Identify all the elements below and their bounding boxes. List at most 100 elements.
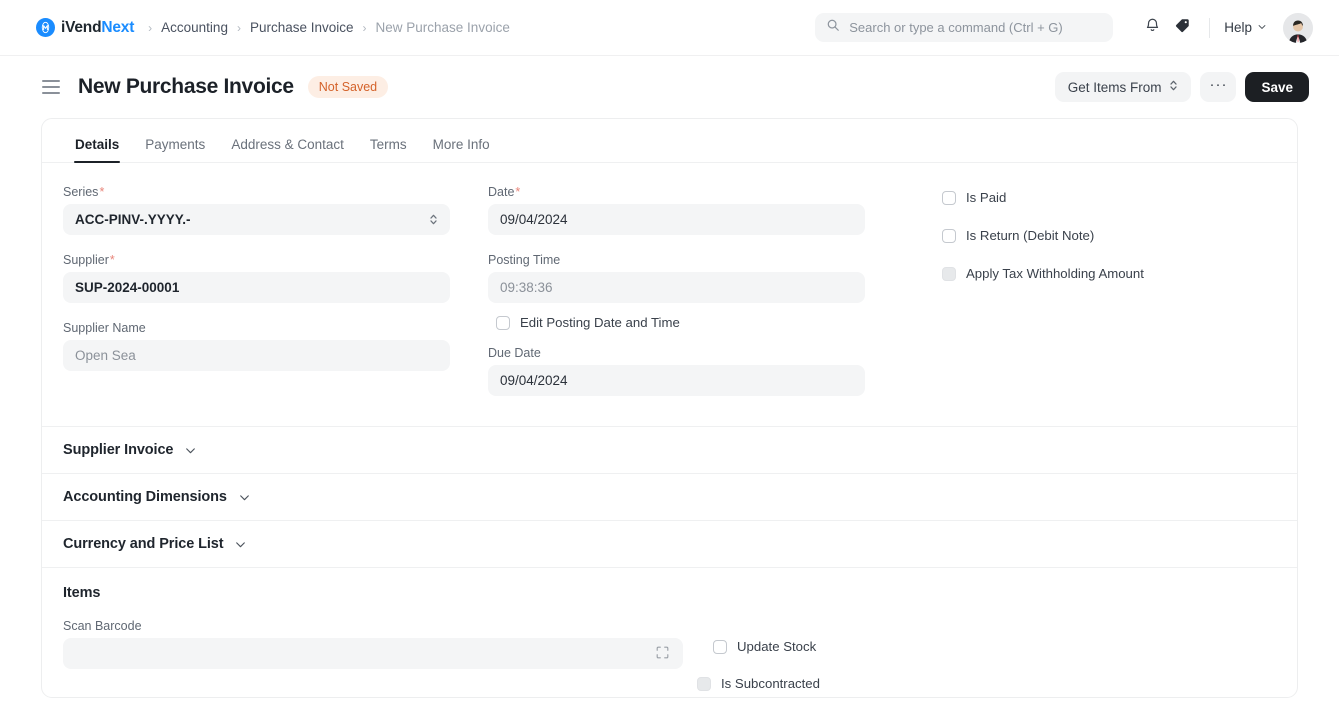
field-date: Date* 09/04/2024 — [488, 185, 865, 235]
date-value: 09/04/2024 — [500, 212, 568, 227]
up-down-chevron-icon — [429, 213, 438, 226]
checkbox-edit-posting-date-time[interactable]: Edit Posting Date and Time — [496, 315, 865, 330]
is-return-label: Is Return (Debit Note) — [966, 228, 1095, 243]
breadcrumb-separator: › — [148, 20, 153, 35]
checkbox-is-return-debit-note[interactable]: Is Return (Debit Note) — [942, 228, 1249, 243]
required-marker: * — [99, 185, 105, 199]
checkbox-box[interactable] — [496, 315, 510, 330]
posting-time-label: Posting Time — [488, 253, 561, 267]
brand-accent: Next — [101, 18, 135, 36]
help-label: Help — [1224, 20, 1252, 35]
tab-more-info[interactable]: More Info — [420, 137, 503, 162]
supplier-name-label: Supplier Name — [63, 321, 146, 335]
form-card: Details Payments Address & Contact Terms… — [41, 118, 1298, 698]
tag-button[interactable] — [1167, 13, 1197, 43]
date-input[interactable]: 09/04/2024 — [488, 204, 865, 235]
update-stock-label: Update Stock — [737, 639, 817, 654]
save-button[interactable]: Save — [1245, 72, 1309, 102]
checkbox-box[interactable] — [713, 639, 727, 654]
breadcrumb: › Accounting › Purchase Invoice › New Pu… — [148, 20, 510, 35]
field-supplier: Supplier* SUP-2024-00001 — [63, 253, 450, 303]
tab-details[interactable]: Details — [62, 137, 132, 163]
checkbox-box[interactable] — [942, 228, 956, 243]
details-column-right: Is Paid Is Return (Debit Note) Apply Tax… — [893, 185, 1277, 408]
chevron-down-icon[interactable] — [234, 538, 247, 551]
page-header-actions: Get Items From ··· Save — [1054, 56, 1309, 118]
due-date-value: 09/04/2024 — [500, 373, 568, 388]
brand-primary: iVend — [61, 18, 102, 36]
required-marker: * — [515, 185, 521, 199]
posting-time-value: 09:38:36 — [500, 280, 553, 295]
up-down-chevron-icon — [1169, 79, 1178, 95]
series-select[interactable]: ACC-PINV-.YYYY.- — [63, 204, 450, 235]
section-title: Supplier Invoice — [63, 442, 174, 458]
tab-address-contact[interactable]: Address & Contact — [218, 137, 357, 162]
checkbox-is-paid[interactable]: Is Paid — [942, 190, 1249, 205]
search-box[interactable] — [815, 13, 1114, 42]
chevron-down-icon[interactable] — [184, 444, 197, 457]
scan-barcode-input[interactable] — [63, 638, 683, 669]
checkbox-apply-tax-withholding-amount: Apply Tax Withholding Amount — [942, 266, 1249, 281]
checkbox-update-stock[interactable]: Update Stock — [713, 639, 1277, 654]
brand-name: iVendNext — [61, 19, 134, 37]
series-label: Series* — [63, 185, 105, 199]
avatar[interactable] — [1283, 12, 1313, 43]
help-menu-button[interactable]: Help — [1222, 16, 1269, 39]
items-section: Items Scan Barcode Update Stock Is Subco… — [42, 567, 1297, 691]
field-due-date: Due Date 09/04/2024 — [488, 346, 865, 396]
section-accounting-dimensions[interactable]: Accounting Dimensions — [42, 473, 1297, 520]
posting-time-input[interactable]: 09:38:36 — [488, 272, 865, 303]
is-subcontracted-label: Is Subcontracted — [721, 676, 820, 691]
tag-icon — [1174, 17, 1191, 39]
chevron-down-icon[interactable] — [238, 491, 251, 504]
checkbox-is-subcontracted: Is Subcontracted — [697, 676, 1277, 691]
details-section: Series* ACC-PINV-.YYYY.- Supplier* SUP-2… — [42, 163, 1297, 426]
details-column-middle: Date* 09/04/2024 Posting Time 09:38:36 E… — [478, 185, 893, 408]
notifications-button[interactable] — [1137, 13, 1167, 43]
section-currency-and-price-list[interactable]: Currency and Price List — [42, 520, 1297, 567]
items-title: Items — [63, 585, 101, 601]
brand-logo[interactable]: iVendNext — [36, 18, 134, 37]
more-actions-button[interactable]: ··· — [1200, 72, 1237, 102]
date-label: Date* — [488, 185, 521, 199]
field-posting-time: Posting Time 09:38:36 — [488, 253, 865, 303]
get-items-from-button[interactable]: Get Items From — [1054, 72, 1192, 102]
checkbox-box — [697, 676, 711, 691]
tab-terms[interactable]: Terms — [357, 137, 420, 162]
edit-posting-label: Edit Posting Date and Time — [520, 315, 680, 330]
required-marker: * — [109, 253, 115, 267]
supplier-input[interactable]: SUP-2024-00001 — [63, 272, 450, 303]
field-supplier-name: Supplier Name Open Sea — [63, 321, 450, 371]
details-column-left: Series* ACC-PINV-.YYYY.- Supplier* SUP-2… — [63, 185, 478, 408]
scan-barcode-field: Scan Barcode — [63, 619, 683, 691]
navbar-right-group: Help — [815, 0, 1313, 55]
breadcrumb-separator: › — [362, 20, 367, 35]
items-checkbox-column: Update Stock Is Subcontracted — [697, 619, 1277, 691]
tab-payments[interactable]: Payments — [132, 137, 218, 162]
ivend-logo-icon — [36, 18, 55, 37]
supplier-name-value: Open Sea — [75, 348, 136, 363]
supplier-label: Supplier* — [63, 253, 115, 267]
search-input[interactable] — [849, 20, 1103, 35]
is-paid-label: Is Paid — [966, 190, 1007, 205]
breadcrumb-item-current: New Purchase Invoice — [375, 20, 510, 35]
scan-barcode-label: Scan Barcode — [63, 619, 142, 633]
supplier-value: SUP-2024-00001 — [75, 280, 180, 295]
section-title: Currency and Price List — [63, 536, 224, 552]
barcode-scan-icon[interactable] — [655, 645, 670, 663]
supplier-name-input[interactable]: Open Sea — [63, 340, 450, 371]
due-date-label: Due Date — [488, 346, 541, 360]
due-date-input[interactable]: 09/04/2024 — [488, 365, 865, 396]
navbar-divider — [1209, 17, 1211, 38]
hamburger-menu-icon[interactable] — [42, 80, 60, 94]
breadcrumb-item-purchase-invoice[interactable]: Purchase Invoice — [250, 20, 354, 35]
page-title: New Purchase Invoice — [78, 75, 294, 98]
top-navbar: iVendNext › Accounting › Purchase Invoic… — [0, 0, 1339, 56]
apply-tax-withholding-label: Apply Tax Withholding Amount — [966, 266, 1144, 281]
checkbox-box[interactable] — [942, 190, 956, 205]
search-icon — [826, 18, 840, 37]
breadcrumb-item-accounting[interactable]: Accounting — [161, 20, 228, 35]
page-header: New Purchase Invoice Not Saved Get Items… — [0, 56, 1339, 118]
breadcrumb-separator: › — [236, 20, 241, 35]
section-supplier-invoice[interactable]: Supplier Invoice — [42, 426, 1297, 473]
